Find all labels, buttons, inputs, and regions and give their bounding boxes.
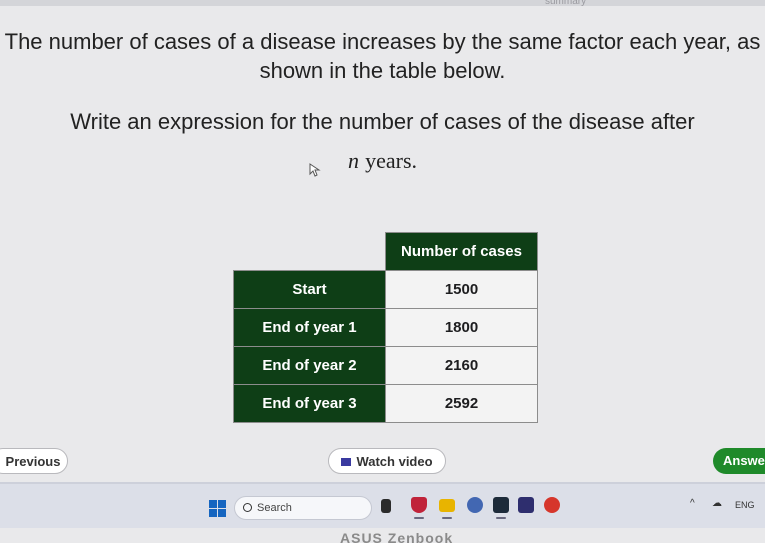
active-indicator [414, 517, 424, 519]
row-value: 2160 [385, 346, 538, 385]
top-strip [0, 0, 765, 6]
chevron-up-icon[interactable]: ^ [690, 498, 695, 509]
cases-table: Number of cases Start 1500 End of year 1… [233, 232, 538, 423]
row-label: End of year 1 [233, 308, 386, 347]
watch-video-button[interactable]: Watch video [328, 448, 446, 474]
active-indicator [442, 517, 452, 519]
folder-icon[interactable] [439, 499, 455, 512]
row-value: 1800 [385, 308, 538, 347]
table-row: End of year 2 2160 [233, 346, 538, 385]
question-intro: The number of cases of a disease increas… [4, 29, 761, 83]
navigation-bar: Previous Watch video Answe [0, 445, 765, 479]
question-variable-line: n years. [0, 146, 765, 175]
chat-app-icon[interactable] [467, 497, 483, 513]
row-label: End of year 3 [233, 384, 386, 423]
variable-suffix: years. [365, 148, 418, 173]
table-row: End of year 1 1800 [233, 308, 538, 347]
video-app-icon[interactable] [493, 497, 509, 513]
table-row: Start 1500 [233, 270, 538, 309]
row-value: 1500 [385, 270, 538, 309]
search-placeholder: Search [257, 502, 292, 514]
header-empty-cell [234, 233, 386, 271]
column-header-cases: Number of cases [385, 232, 538, 271]
answer-button[interactable]: Answe [713, 448, 765, 474]
language-indicator[interactable]: ENG [735, 500, 755, 510]
table-header-row: Number of cases [234, 232, 538, 271]
file-explorer-icon[interactable] [381, 499, 391, 513]
row-label: Start [233, 270, 386, 309]
media-app-icon[interactable] [518, 497, 534, 513]
mouse-cursor-icon [309, 163, 321, 177]
table-row: End of year 3 2592 [233, 384, 538, 423]
laptop-brand-text: ASUS Zenbook [340, 530, 454, 543]
browser-icon[interactable] [544, 497, 560, 513]
summary-label: summary [545, 0, 587, 7]
variable-n: n [347, 148, 359, 173]
active-indicator [496, 517, 506, 519]
row-value: 2592 [385, 384, 538, 423]
shield-app-icon[interactable] [411, 497, 427, 513]
taskbar-search-input[interactable]: Search [234, 496, 372, 520]
cloud-icon[interactable]: ☁ [712, 498, 722, 509]
question-prompt: Write an expression for the number of ca… [70, 109, 695, 134]
video-icon [341, 457, 352, 466]
windows-start-icon[interactable] [209, 500, 226, 517]
previous-button[interactable]: Previous [0, 448, 68, 474]
watch-video-label: Watch video [356, 454, 433, 469]
search-icon [243, 503, 252, 512]
row-label: End of year 2 [233, 346, 386, 385]
taskbar: Search ^ ☁ ENG [0, 484, 765, 528]
